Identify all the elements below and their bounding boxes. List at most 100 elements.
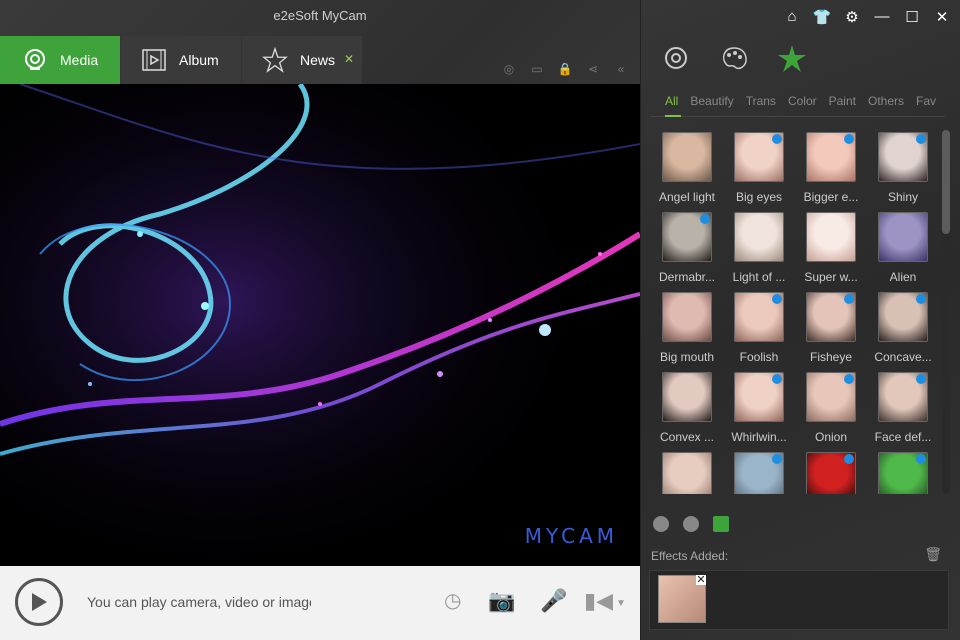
window-title: e2eSoft MyCam (273, 8, 367, 23)
preview-toolbar: ◎ ▭ 🔒 ⋖ « (500, 62, 630, 76)
play-button[interactable] (15, 578, 63, 626)
effect-label: Concave... (874, 350, 932, 364)
filter-trans[interactable]: Trans (746, 94, 776, 108)
effect-item[interactable] (723, 450, 795, 494)
tab-news[interactable]: News ✕ (242, 36, 362, 84)
effect-label: Onion (814, 430, 848, 444)
status-message: You can play camera, video or image (87, 594, 311, 610)
effect-label: Super w... (804, 270, 858, 284)
effect-item[interactable]: Super w... (795, 210, 867, 290)
film-icon (141, 47, 167, 73)
effect-thumbnail (662, 292, 712, 342)
effect-item[interactable]: Angel light (651, 130, 723, 210)
effect-item[interactable]: Concave... (867, 290, 939, 370)
microphone-icon[interactable]: 🎤 (540, 588, 567, 614)
effect-label: Convex ... (659, 430, 715, 444)
applied-indicator-icon (916, 374, 926, 384)
effect-label: Bigger e... (803, 190, 859, 204)
effect-item[interactable]: Light of ... (723, 210, 795, 290)
applied-indicator-icon (844, 294, 854, 304)
filter-beautify[interactable]: Beautify (690, 94, 733, 108)
filter-underline (651, 115, 945, 117)
remove-effect-icon[interactable]: ✕ (696, 575, 706, 586)
applied-indicator-icon (700, 214, 710, 224)
effect-thumbnail (662, 372, 712, 422)
close-icon[interactable]: ✕ (344, 52, 354, 66)
effect-label: Big mouth (659, 350, 715, 364)
share-icon[interactable]: ⋖ (584, 62, 602, 76)
effect-item[interactable]: Shiny (867, 130, 939, 210)
effect-label: Dermabr... (658, 270, 715, 284)
lock-icon[interactable]: 🔒 (556, 62, 574, 76)
link-icon[interactable]: ▭ (528, 62, 546, 76)
effect-thumbnail (878, 212, 928, 262)
effect-item[interactable] (651, 450, 723, 494)
collapse-icon[interactable]: « (612, 62, 630, 76)
effect-item[interactable]: Face def... (867, 370, 939, 450)
close-window-icon[interactable]: ✕ (932, 8, 952, 26)
main-area: e2eSoft MyCam Media Album News ✕ ◎ ▭ 🔒 ⋖… (0, 0, 640, 640)
preview-area[interactable]: MYCAM (0, 84, 640, 566)
effect-item[interactable]: Whirlwin... (723, 370, 795, 450)
effect-item[interactable]: Big eyes (723, 130, 795, 210)
shirt-icon[interactable]: 👕 (812, 8, 832, 26)
tab-news-label: News (300, 52, 336, 68)
effect-label: Light of ... (732, 270, 786, 284)
palette-icon[interactable] (719, 44, 749, 74)
effect-item[interactable] (795, 450, 867, 494)
effect-item[interactable]: Fisheye (795, 290, 867, 370)
effect-item[interactable]: Big mouth (651, 290, 723, 370)
chevron-down-icon[interactable]: ▼ (616, 598, 626, 609)
person-outline-icon[interactable] (683, 516, 699, 532)
filter-others[interactable]: Others (868, 94, 904, 108)
tab-album[interactable]: Album (121, 36, 241, 84)
effects-added-list: ✕ (649, 570, 949, 630)
applied-indicator-icon (772, 454, 782, 464)
webcam-category-icon[interactable] (661, 44, 691, 74)
filter-paint[interactable]: Paint (829, 94, 856, 108)
effect-item[interactable]: Foolish (723, 290, 795, 370)
filter-tabs: All Beautify Trans Color Paint Others Fa… (665, 94, 936, 108)
scrollbar-thumb[interactable] (942, 130, 950, 234)
applied-indicator-icon (844, 134, 854, 144)
effect-item[interactable]: Onion (795, 370, 867, 450)
source-icons (653, 516, 729, 532)
effect-label: Whirlwin... (731, 430, 787, 444)
video-record-icon[interactable]: ▮◀ (584, 588, 613, 614)
effect-label: Big eyes (735, 190, 783, 204)
effects-panel: ⌂ 👕 ⚙ — ☐ ✕ All Beautify Trans Color Pai… (640, 0, 960, 640)
timer-icon[interactable]: ◷ (444, 588, 461, 613)
minimize-icon[interactable]: — (872, 8, 892, 26)
tab-media[interactable]: Media (0, 36, 120, 84)
camera-icon[interactable]: 📷 (488, 588, 515, 614)
image-icon[interactable] (713, 516, 729, 532)
category-bar (661, 44, 807, 74)
applied-indicator-icon (844, 454, 854, 464)
effect-item[interactable]: Dermabr... (651, 210, 723, 290)
effect-item[interactable] (867, 450, 939, 494)
gear-icon[interactable]: ⚙ (842, 8, 862, 26)
filter-all[interactable]: All (665, 94, 678, 108)
tab-bar: Media Album News ✕ (0, 36, 640, 84)
effect-label: Shiny (887, 190, 919, 204)
effect-item[interactable]: Alien (867, 210, 939, 290)
broadcast-icon[interactable]: ◎ (500, 62, 518, 76)
effect-item[interactable]: Convex ... (651, 370, 723, 450)
effect-label: Alien (889, 270, 917, 284)
star-icon (262, 46, 288, 73)
filter-fav[interactable]: Fav (916, 94, 936, 108)
effects-star-icon[interactable] (777, 44, 807, 74)
brand-watermark: MYCAM (524, 524, 618, 548)
trash-icon[interactable]: 🗑 (924, 546, 942, 563)
effect-thumbnail (662, 452, 712, 494)
applied-indicator-icon (844, 374, 854, 384)
effects-scrollbar[interactable] (942, 130, 950, 494)
window-controls: ⌂ 👕 ⚙ — ☐ ✕ (782, 8, 952, 26)
person-icon[interactable] (653, 516, 669, 532)
effect-item[interactable]: Bigger e... (795, 130, 867, 210)
applied-indicator-icon (916, 134, 926, 144)
home-icon[interactable]: ⌂ (782, 8, 802, 26)
maximize-icon[interactable]: ☐ (902, 8, 922, 26)
filter-color[interactable]: Color (788, 94, 817, 108)
effect-label: Foolish (739, 350, 779, 364)
